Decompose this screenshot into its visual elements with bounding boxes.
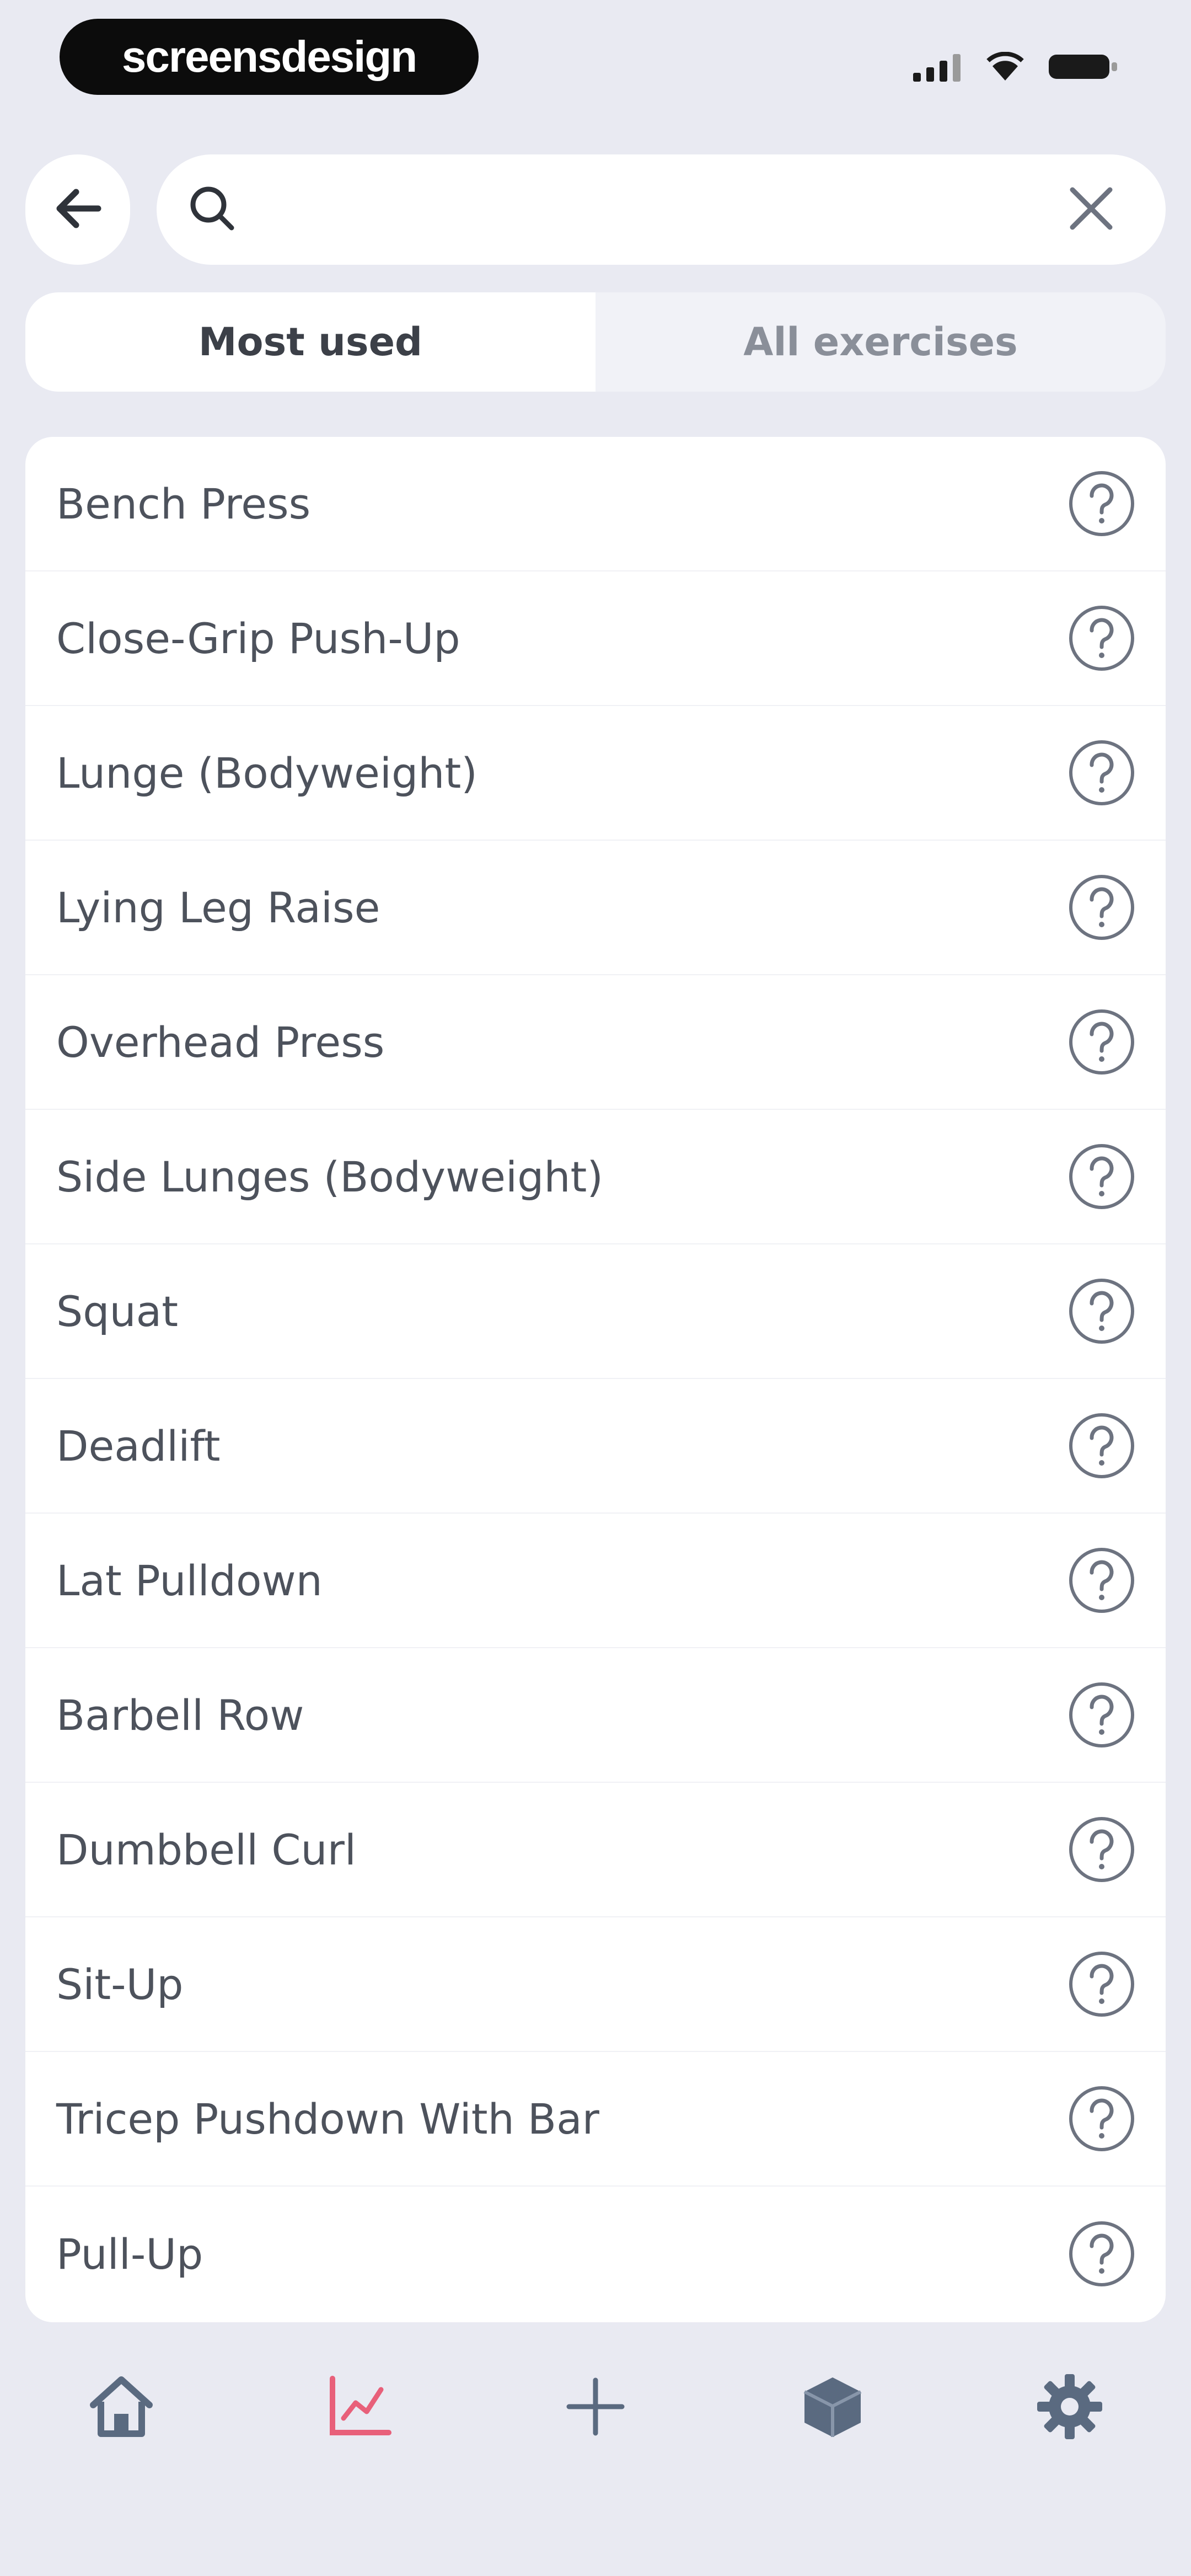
question-circle-icon[interactable]	[1067, 1950, 1136, 2018]
question-circle-icon[interactable]	[1067, 469, 1136, 538]
question-circle-icon[interactable]	[1067, 1815, 1136, 1884]
question-circle-icon[interactable]	[1067, 1277, 1136, 1345]
list-item[interactable]: Deadlift	[25, 1379, 1166, 1514]
status-icons	[913, 49, 1119, 87]
tab-most-used[interactable]: Most used	[25, 292, 596, 392]
exercise-name: Close-Grip Push-Up	[56, 613, 460, 663]
exercise-name: Overhead Press	[56, 1017, 385, 1067]
question-circle-icon[interactable]	[1067, 1142, 1136, 1211]
close-icon	[1068, 185, 1114, 234]
exercise-name: Lunge (Bodyweight)	[56, 748, 478, 798]
exercise-name: Bench Press	[56, 479, 311, 528]
exercise-name: Lat Pulldown	[56, 1556, 323, 1605]
clear-search-button[interactable]	[1061, 179, 1122, 240]
status-bar: screensdesign	[0, 0, 1191, 127]
question-circle-icon[interactable]	[1067, 739, 1136, 807]
list-item[interactable]: Pull-Up	[25, 2187, 1166, 2321]
list-item[interactable]: Sit-Up	[25, 1917, 1166, 2052]
question-circle-icon[interactable]	[1067, 2085, 1136, 2153]
exercise-tabs: Most used All exercises	[25, 292, 1166, 392]
question-circle-icon[interactable]	[1067, 2220, 1136, 2288]
search-icon	[187, 184, 237, 236]
question-circle-icon[interactable]	[1067, 1008, 1136, 1076]
list-item[interactable]: Dumbbell Curl	[25, 1783, 1166, 1917]
home-icon	[85, 2371, 157, 2445]
exercise-picker-screen: screensdesign Most used All exercises Be…	[0, 0, 1191, 2576]
signal-icon	[913, 52, 963, 84]
list-item[interactable]: Side Lunges (Bodyweight)	[25, 1110, 1166, 1244]
nav-progress[interactable]	[298, 2353, 419, 2463]
question-circle-icon[interactable]	[1067, 1412, 1136, 1480]
question-circle-icon[interactable]	[1067, 1681, 1136, 1749]
list-item[interactable]: Bench Press	[25, 437, 1166, 571]
exercise-name: Lying Leg Raise	[56, 883, 380, 932]
tab-all-exercises[interactable]: All exercises	[596, 292, 1166, 392]
exercise-name: Pull-Up	[56, 2229, 203, 2279]
bottom-nav	[0, 2344, 1191, 2471]
exercise-name: Barbell Row	[56, 1690, 304, 1740]
exercise-list: Bench Press Close-Grip Push-Up Lunge (Bo…	[25, 437, 1166, 2322]
list-item[interactable]: Squat	[25, 1244, 1166, 1379]
battery-icon	[1048, 51, 1119, 84]
list-item[interactable]: Close-Grip Push-Up	[25, 571, 1166, 706]
gear-icon	[1034, 2371, 1106, 2445]
plus-icon	[562, 2374, 629, 2442]
nav-settings[interactable]	[1009, 2353, 1130, 2463]
list-item[interactable]: Lat Pulldown	[25, 1514, 1166, 1648]
brand-logo: screensdesign	[60, 19, 479, 95]
search-bar[interactable]	[157, 154, 1166, 265]
exercise-name: Squat	[56, 1286, 179, 1336]
list-item[interactable]: Tricep Pushdown With Bar	[25, 2052, 1166, 2187]
search-input[interactable]	[259, 177, 1061, 243]
exercise-name: Dumbbell Curl	[56, 1825, 356, 1874]
wifi-icon	[986, 51, 1024, 84]
exercise-name: Deadlift	[56, 1421, 221, 1471]
exercise-name: Side Lunges (Bodyweight)	[56, 1152, 604, 1201]
list-item[interactable]: Barbell Row	[25, 1648, 1166, 1783]
chart-icon	[323, 2371, 394, 2445]
list-item[interactable]: Lying Leg Raise	[25, 841, 1166, 975]
cube-icon	[797, 2371, 868, 2445]
nav-add[interactable]	[535, 2353, 656, 2463]
nav-home[interactable]	[61, 2353, 182, 2463]
question-circle-icon[interactable]	[1067, 873, 1136, 942]
question-circle-icon[interactable]	[1067, 1546, 1136, 1615]
question-circle-icon[interactable]	[1067, 604, 1136, 672]
arrow-left-icon	[53, 186, 103, 233]
exercise-name: Tricep Pushdown With Bar	[56, 2094, 599, 2144]
list-item[interactable]: Overhead Press	[25, 975, 1166, 1110]
back-button[interactable]	[25, 154, 130, 265]
list-item[interactable]: Lunge (Bodyweight)	[25, 706, 1166, 841]
exercise-name: Sit-Up	[56, 1959, 184, 2009]
nav-library[interactable]	[772, 2353, 893, 2463]
